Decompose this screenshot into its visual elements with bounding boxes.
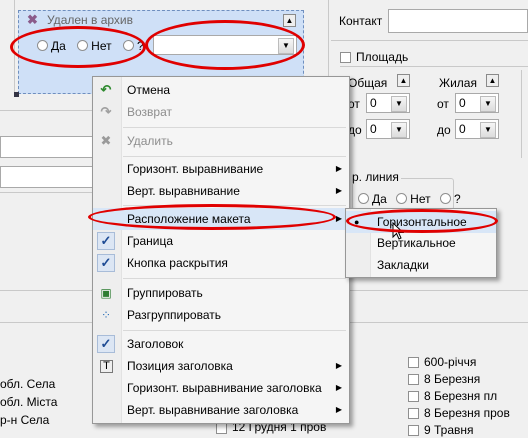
menu-separator <box>123 278 346 279</box>
menu-item-caption[interactable]: ✓ Заголовок <box>93 333 349 355</box>
line-radio-unknown[interactable]: ? <box>439 192 461 206</box>
area-checkbox[interactable] <box>340 52 351 63</box>
living-collapse-icon[interactable]: ▲ <box>486 74 499 87</box>
context-menu: ↶ Отмена ↷ Возврат ✖ Удалить Горизонт. в… <box>92 76 350 424</box>
menu-separator <box>123 127 346 128</box>
chevron-down-icon: ▼ <box>391 96 407 112</box>
selection-handle[interactable] <box>14 92 19 97</box>
line-radio-yes[interactable]: Да <box>358 192 387 206</box>
list-item[interactable]: р-н Села <box>0 412 49 428</box>
list-item[interactable]: 600-річчя <box>424 354 476 370</box>
menu-item-h-align[interactable]: Горизонт. выравнивание ▶ <box>93 158 349 180</box>
redo-icon: ↷ <box>100 104 112 119</box>
area-divider <box>521 70 522 158</box>
checkbox[interactable] <box>408 357 419 368</box>
menu-item-group[interactable]: ▣ Группировать <box>93 282 349 304</box>
submenu-arrow-icon: ▶ <box>335 164 342 173</box>
annotation-oval-radios <box>10 26 146 68</box>
menu-item-caption-h-align[interactable]: Горизонт. выравнивание заголовка ▶ <box>93 377 349 399</box>
left-pane-divider-3 <box>0 290 92 291</box>
checkmark-icon: ✓ <box>97 232 115 250</box>
collapse-icon[interactable]: ▲ <box>283 14 296 27</box>
line-radio-no[interactable]: Нет <box>396 192 431 206</box>
contact-divider <box>331 40 528 41</box>
ungroup-icon: ⁘ <box>100 308 112 322</box>
menu-item-delete[interactable]: ✖ Удалить <box>93 130 349 152</box>
line-radio-group: Да Нет ? <box>358 192 461 206</box>
submenu-arrow-icon: ▶ <box>335 361 342 370</box>
right-pane-border <box>328 0 329 76</box>
right-pane-divider <box>348 290 528 291</box>
contact-field[interactable] <box>388 9 528 33</box>
left-field-2[interactable] <box>0 166 94 188</box>
living-to-label: до <box>437 123 451 137</box>
total-to-select[interactable]: 0 ▼ <box>366 119 410 139</box>
menu-separator <box>123 156 346 157</box>
line-group-title: р. линия <box>350 170 401 184</box>
menu-separator <box>123 330 346 331</box>
list-item[interactable]: обл. Міста <box>0 394 57 410</box>
annotation-oval-layout <box>88 204 336 230</box>
checkmark-icon: ✓ <box>97 254 115 272</box>
left-field-1[interactable] <box>0 136 94 158</box>
list-item[interactable]: 8 Березня пров <box>424 405 510 421</box>
submenu-arrow-icon: ▶ <box>335 405 342 414</box>
menu-item-undo[interactable]: ↶ Отмена <box>93 79 349 101</box>
menu-item-caption-position[interactable]: T Позиция заголовка ▶ <box>93 355 349 377</box>
chevron-down-icon: ▼ <box>480 96 496 112</box>
caption-position-icon: T <box>100 360 113 373</box>
submenu-item-tabs[interactable]: Закладки <box>346 254 496 276</box>
total-collapse-icon[interactable]: ▲ <box>397 74 410 87</box>
menu-item-redo[interactable]: ↷ Возврат <box>93 101 349 123</box>
archive-group-title: Удален в архив <box>47 13 133 27</box>
left-pane-divider-2 <box>0 192 92 193</box>
list-item[interactable]: 8 Березня <box>424 371 480 387</box>
delete-icon: ✖ <box>27 12 38 27</box>
total-area-label: Общая <box>348 76 388 90</box>
list-item[interactable]: 8 Березня пл <box>424 388 497 404</box>
contact-label: Контакт <box>339 14 383 28</box>
menu-item-v-align[interactable]: Верт. выравнивание ▶ <box>93 180 349 202</box>
area-label: Площадь <box>356 50 409 64</box>
submenu-arrow-icon: ▶ <box>335 383 342 392</box>
living-to-select[interactable]: 0 ▼ <box>455 119 499 139</box>
annotation-oval-horizontal <box>346 209 498 233</box>
list-item[interactable]: обл. Села <box>0 376 55 392</box>
living-from-select[interactable]: 0 ▼ <box>455 93 499 113</box>
submenu-arrow-icon: ▶ <box>335 214 342 223</box>
delete-icon: ✖ <box>100 133 112 148</box>
menu-item-ungroup[interactable]: ⁘ Разгруппировать <box>93 304 349 326</box>
group-icon: ▣ <box>100 286 112 300</box>
total-to-label: до <box>348 123 362 137</box>
menu-item-border[interactable]: ✓ Граница <box>93 230 349 252</box>
menu-item-caption-v-align[interactable]: Верт. выравнивание заголовка ▶ <box>93 399 349 421</box>
left-pane-divider <box>0 110 92 111</box>
total-from-select[interactable]: 0 ▼ <box>366 93 410 113</box>
submenu-item-vertical[interactable]: Вертикальное <box>346 232 496 254</box>
checkbox[interactable] <box>408 391 419 402</box>
annotation-oval-select <box>145 20 305 70</box>
checkbox[interactable] <box>216 423 227 434</box>
checkbox[interactable] <box>408 425 419 436</box>
living-area-label: Жилая <box>439 76 477 90</box>
menu-item-expand-button[interactable]: ✓ Кнопка раскрытия <box>93 252 349 274</box>
living-from-label: от <box>437 97 449 111</box>
checkbox[interactable] <box>408 408 419 419</box>
checkmark-icon: ✓ <box>97 335 115 353</box>
undo-icon: ↶ <box>100 82 112 97</box>
checkbox[interactable] <box>408 374 419 385</box>
chevron-down-icon: ▼ <box>391 122 407 138</box>
chevron-down-icon: ▼ <box>480 122 496 138</box>
submenu-arrow-icon: ▶ <box>335 186 342 195</box>
right-list-panel: 600-річчя 8 Березня 8 Березня пл 8 Берез… <box>404 352 528 437</box>
